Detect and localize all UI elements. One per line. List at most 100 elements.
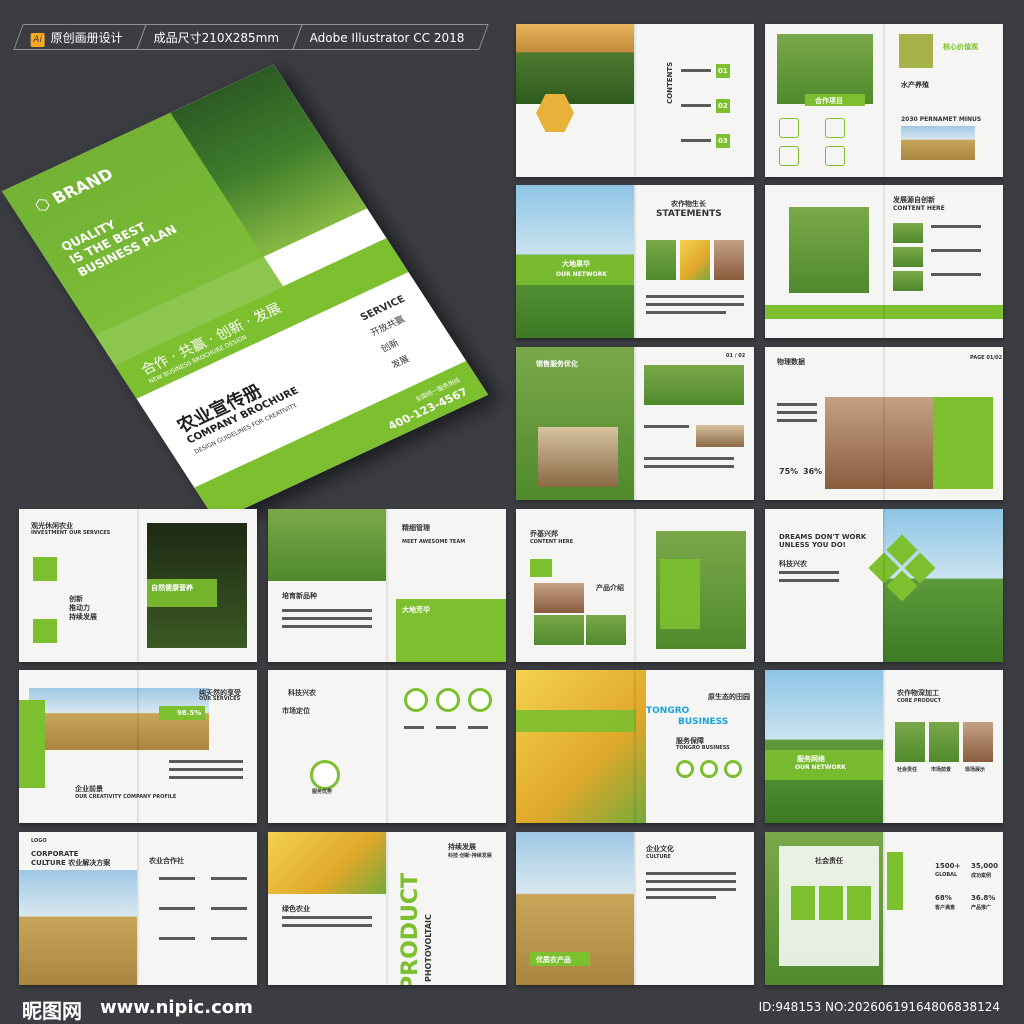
spread-tech: 科技兴农 市场定位 服务优势	[268, 670, 506, 823]
statements-label: 农作物生长	[671, 200, 706, 208]
text-line	[159, 937, 195, 940]
green-bar	[765, 305, 1003, 319]
tongro-sub-en: TONGRO BUSINESS	[676, 745, 730, 751]
service-circle	[310, 760, 340, 790]
photo-tractor	[534, 583, 584, 613]
cover-mockup: ⬡ BRAND QUALITY IS THE BEST BUSINESS PLA…	[1, 64, 489, 522]
spread-processing: 服务网络 OUR NETWORK 农作物深加工 CORE PRODUCT 社会责…	[765, 670, 1003, 823]
photo-crop-3	[714, 240, 744, 280]
photo-thumb-2	[929, 722, 959, 762]
statements-label-en: STATEMENTS	[656, 209, 722, 219]
text-line	[169, 760, 243, 763]
cover-service: SERVICE 开放共赢 创新 发展	[356, 291, 441, 375]
tag-size-label: 成品尺寸210X285mm	[153, 31, 280, 45]
culture-sub: 农业合作社	[149, 857, 184, 865]
processing-green: 服务网络	[797, 755, 825, 763]
contents-num-2: 02	[718, 102, 728, 110]
resp-label-2: 成功案例	[971, 873, 992, 879]
product-big: PRODUCT	[398, 872, 423, 985]
contents-num-box-3: 03	[716, 134, 730, 148]
culture-label: CORPORATE	[31, 850, 79, 858]
photo-terraced-rice	[268, 509, 386, 581]
tag-software: Adobe Illustrator CC 2018	[292, 24, 489, 50]
green-band	[516, 710, 636, 732]
tongro-brand: TONGRO	[646, 706, 690, 716]
green-icon-tile	[33, 557, 57, 581]
text-line	[646, 295, 744, 298]
processing-item-1: 社会责任	[897, 767, 918, 773]
text-line	[646, 888, 736, 891]
text-line	[169, 776, 243, 779]
spread-contents: CONTENTS 01 02 03	[516, 24, 754, 177]
data-label: 物理数据	[777, 358, 805, 366]
globe-icon	[825, 146, 845, 166]
tag-design: Ai 原创画册设计	[13, 24, 147, 50]
text-line	[681, 139, 711, 142]
photo-farm	[534, 615, 584, 645]
photo-corn-cob	[268, 832, 386, 894]
natural-sub: 企业前景	[75, 785, 103, 793]
photo-rice-bowl	[696, 425, 744, 447]
photo-thumb-2	[893, 247, 923, 267]
text-line	[779, 579, 839, 582]
processing-item-2: 市场前景	[931, 767, 952, 773]
leaf-icon	[779, 118, 799, 138]
photo-plant	[586, 615, 626, 645]
contents-num-box-2: 02	[716, 99, 730, 113]
text-line	[644, 457, 734, 460]
resp-stat-2: 35,000	[971, 862, 999, 870]
management-label: 精细管理	[402, 524, 430, 532]
resp-label-3: 客户满意	[935, 905, 956, 911]
spread-responsibility: 社会责任 1500+ 35,000 68% 36.8% GLOBAL 成功案例 …	[765, 832, 1003, 985]
stat-badge: 98.5%	[159, 706, 205, 720]
spread-tongro: 原生态的田园 TONGRO BUSINESS 服务保障 TONGRO BUSIN…	[516, 670, 754, 823]
natural-sub-en: OUR CREATIVITY COMPANY PROFILE	[75, 794, 177, 800]
green-card	[791, 886, 815, 920]
spread-enterprise: 优质农产品 企业文化 CULTURE	[516, 832, 754, 985]
text-line	[646, 880, 736, 883]
tech-center: 服务优势	[312, 789, 333, 795]
data-page: PAGE 01/02	[970, 355, 1003, 361]
green-card	[847, 886, 871, 920]
photo-combine-harvester	[19, 870, 137, 985]
tongro-label: 原生态的田园	[708, 693, 750, 701]
dreams-sub: 科技兴农	[779, 560, 807, 568]
contents-num-box-1: 01	[716, 64, 730, 78]
tech-sub: 市场定位	[282, 707, 310, 715]
innovation-label: 发展源自创新	[893, 196, 935, 204]
photo-thumb-3	[893, 271, 923, 291]
photo-hilltop-farm	[765, 670, 883, 823]
innovation-label-en: CONTENT HERE	[893, 205, 945, 212]
contents-label: CONTENTS	[666, 61, 674, 104]
green-strip	[19, 700, 45, 788]
green-ring	[468, 688, 492, 712]
stat-1: 75%	[779, 467, 799, 476]
green-ring	[700, 760, 718, 778]
illustrator-icon: Ai	[30, 33, 45, 47]
photo-rice-bag	[538, 427, 618, 487]
text-line	[282, 924, 372, 927]
culture-label2: CULTURE 农业解决方案	[31, 859, 111, 867]
text-line	[681, 69, 711, 72]
text-line	[779, 571, 839, 574]
photo-crop-2	[680, 240, 710, 280]
spread-culture: LOGO CORPORATE CULTURE 农业解决方案 农业合作社	[19, 832, 257, 985]
product-big2: PHOTOVOLTAIC	[424, 914, 433, 982]
text-line	[282, 609, 372, 612]
text-line	[211, 907, 247, 910]
green-tile	[530, 559, 552, 577]
tag-design-label: 原创画册设计	[50, 31, 123, 45]
leisure-label-en: INVESTMENT OUR SERVICES	[31, 530, 111, 536]
contents-num-1: 01	[718, 67, 728, 75]
nipic-site[interactable]: www.nipic.com	[100, 997, 253, 1018]
text-line	[404, 726, 424, 729]
cover-page: ⬡ BRAND QUALITY IS THE BEST BUSINESS PLA…	[1, 64, 489, 522]
green-ring	[676, 760, 694, 778]
text-line	[646, 303, 744, 306]
text-line	[169, 768, 243, 771]
text-line	[282, 617, 372, 620]
processing-label-en: CORE PRODUCT	[897, 698, 941, 704]
stat-2: 36%	[803, 467, 823, 476]
spread-data: 物理数据 PAGE 01/02 75% 36%	[765, 347, 1003, 500]
management-green: 大地芳华	[402, 606, 430, 614]
